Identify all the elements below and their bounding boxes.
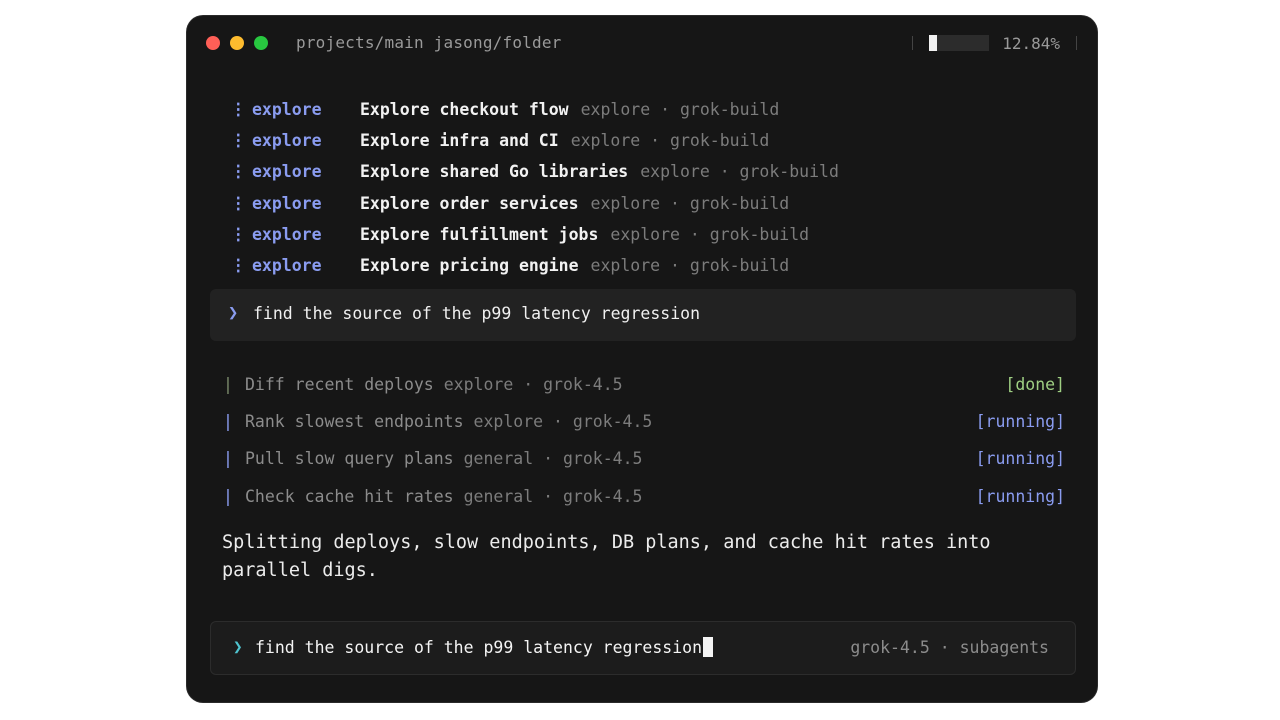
agent-meta: explore · grok-build	[580, 100, 780, 120]
task-row[interactable]: | Pull slow query plans general · grok-4…	[223, 440, 1065, 477]
task-pipe: |	[223, 486, 233, 506]
agent-row[interactable]: ⋮ explore Explore pricing engine explore…	[230, 250, 839, 281]
agent-row[interactable]: ⋮ explore Explore checkout flow explore …	[230, 94, 839, 125]
agent-list: ⋮ explore Explore checkout flow explore …	[230, 94, 839, 281]
assistant-summary: Splitting deploys, slow endpoints, DB pl…	[222, 532, 991, 581]
agent-row[interactable]: ⋮ explore Explore shared Go libraries ex…	[230, 156, 839, 187]
title-bar: projects/main jasong/folder 12.84%	[187, 16, 1097, 70]
agent-meta: explore · grok-build	[590, 256, 790, 276]
task-row[interactable]: | Check cache hit rates general · grok-4…	[223, 478, 1065, 515]
agent-type: explore	[252, 256, 322, 276]
task-row[interactable]: | Rank slowest endpoints explore · grok-…	[223, 403, 1065, 440]
task-pipe: |	[223, 412, 233, 432]
minimize-window-button[interactable]	[230, 36, 244, 50]
close-window-button[interactable]	[206, 36, 220, 50]
agent-title: Explore order services	[360, 193, 579, 213]
text-cursor	[703, 637, 714, 657]
agent-meta: explore · grok-build	[590, 193, 790, 213]
task-status: [running]	[975, 486, 1065, 506]
agent-row[interactable]: ⋮ explore Explore order services explore…	[230, 188, 839, 219]
task-label: Check cache hit rates	[245, 486, 454, 506]
usage-bar-fill	[929, 35, 937, 51]
task-list: | Diff recent deploys explore · grok-4.5…	[223, 366, 1065, 515]
agent-row[interactable]: ⋮ explore Explore fulfillment jobs explo…	[230, 219, 839, 250]
agent-type: explore	[252, 224, 322, 244]
model-indicator[interactable]: grok-4.5 · subagents	[850, 638, 1049, 657]
kebab-icon: ⋮	[230, 193, 247, 213]
task-row[interactable]: | Diff recent deploys explore · grok-4.5…	[223, 366, 1065, 403]
prompt-input-value: find the source of the p99 latency regre…	[255, 637, 703, 657]
agent-type: explore	[252, 162, 322, 182]
agent-title: Explore fulfillment jobs	[360, 224, 599, 244]
agent-meta: explore · grok-build	[640, 162, 839, 182]
task-label: Pull slow query plans	[245, 449, 454, 469]
kebab-icon: ⋮	[230, 131, 247, 151]
agent-row[interactable]: ⋮ explore Explore infra and CI explore ·…	[230, 125, 839, 156]
prompt-input[interactable]: find the source of the p99 latency regre…	[255, 637, 714, 657]
task-meta: general · grok-4.5	[463, 449, 643, 469]
kebab-icon: ⋮	[230, 256, 247, 276]
kebab-icon: ⋮	[230, 224, 247, 244]
terminal-window: projects/main jasong/folder 12.84% ⋮ exp…	[187, 16, 1097, 702]
window-path: projects/main jasong/folder	[296, 33, 562, 52]
agent-type: explore	[252, 100, 322, 120]
submitted-prompt: ❯ find the source of the p99 latency reg…	[210, 289, 1076, 341]
usage-divider-right	[1076, 36, 1077, 50]
task-pipe: |	[223, 449, 233, 469]
agent-title: Explore shared Go libraries	[360, 162, 629, 182]
agent-meta: explore · grok-build	[610, 224, 810, 244]
task-pipe: |	[223, 375, 233, 395]
agent-title: Explore infra and CI	[360, 131, 559, 151]
agent-meta: explore · grok-build	[570, 131, 770, 151]
task-status: [done]	[1005, 375, 1065, 395]
usage-percent: 12.84%	[1002, 33, 1060, 53]
task-label: Rank slowest endpoints	[245, 412, 464, 432]
task-status: [running]	[975, 412, 1065, 432]
maximize-window-button[interactable]	[254, 36, 268, 50]
kebab-icon: ⋮	[230, 162, 247, 182]
prompt-text: find the source of the p99 latency regre…	[253, 304, 701, 323]
task-meta: explore · grok-4.5	[473, 412, 653, 432]
task-meta: explore · grok-4.5	[443, 375, 623, 395]
agent-title: Explore checkout flow	[360, 100, 569, 120]
chevron-right-icon: ❯	[228, 303, 239, 323]
agent-type: explore	[252, 193, 322, 213]
chevron-right-icon: ❯	[233, 637, 243, 656]
context-usage: 12.84%	[912, 32, 1077, 54]
usage-divider-left	[912, 36, 914, 50]
task-status: [running]	[975, 449, 1065, 469]
task-meta: general · grok-4.5	[463, 486, 643, 506]
prompt-input-box[interactable]: ❯ find the source of the p99 latency reg…	[210, 621, 1076, 675]
task-label: Diff recent deploys	[245, 375, 434, 395]
kebab-icon: ⋮	[230, 100, 247, 120]
usage-bar	[929, 35, 990, 51]
agent-type: explore	[252, 131, 322, 151]
agent-title: Explore pricing engine	[360, 256, 579, 276]
